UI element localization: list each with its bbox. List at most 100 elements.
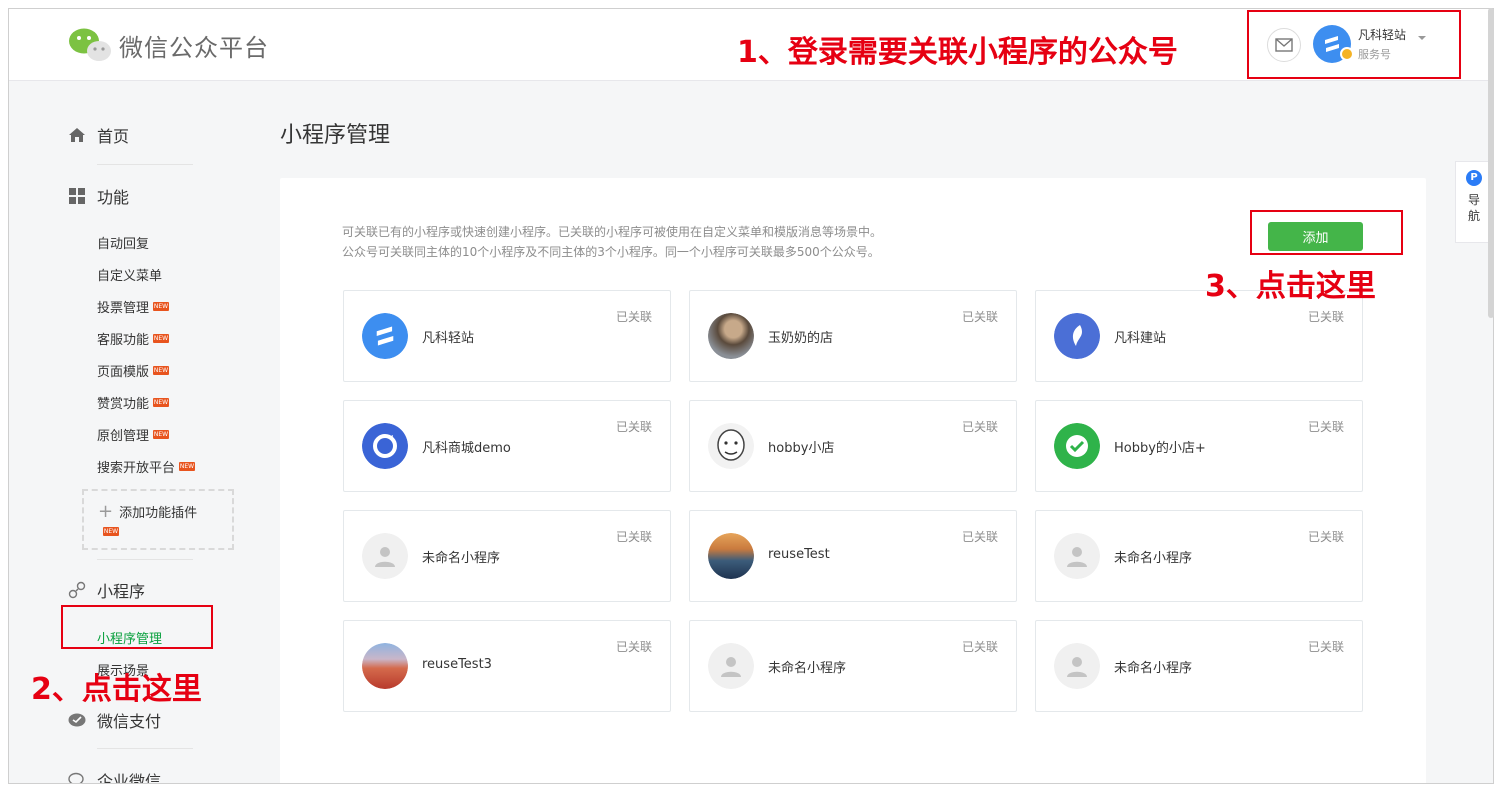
miniprogram-card[interactable]: 已关联未命名小程序 <box>1035 510 1363 602</box>
linked-status: 已关联 <box>961 530 998 544</box>
new-badge: NEW <box>153 366 170 375</box>
linked-status: 已关联 <box>961 310 998 324</box>
browser-frame: 微信公众平台 凡科轻站 服务号 首页 功能 自动回复 自定义菜单 投票管理 NE… <box>8 8 1494 784</box>
pay-icon <box>67 710 87 730</box>
miniprogram-card[interactable]: 已关联未命名小程序 <box>343 510 671 602</box>
miniprogram-card[interactable]: 已关联 reuseTest <box>689 510 1017 602</box>
sidebar-item-enterprise-wechat[interactable]: 企业微信 <box>67 768 162 784</box>
green-chat-icon <box>1054 423 1100 469</box>
linked-status: 已关联 <box>615 310 652 324</box>
annotation-box-miniprogram-manage <box>61 605 213 649</box>
scrollbar[interactable] <box>1488 8 1494 318</box>
sidebar-item-label: 首页 <box>97 127 130 146</box>
description: 可关联已有的小程序或快速创建小程序。已关联的小程序可被使用在自定义菜单和模版消息… <box>342 222 882 262</box>
sidebar-item-label: 功能 <box>97 188 130 207</box>
sidebar-item-label: 小程序 <box>97 582 146 601</box>
linked-status: 已关联 <box>615 420 652 434</box>
miniprogram-name: reuseTest3 <box>422 657 492 672</box>
new-badge: NEW <box>153 302 170 311</box>
miniprogram-card[interactable]: 已关联 凡科轻站 <box>343 290 671 382</box>
add-plugin-text: 添加功能插件 <box>119 506 198 521</box>
sidebar-item-custom-menu[interactable]: 自定义菜单 <box>97 265 162 284</box>
new-badge: NEW <box>153 398 170 407</box>
linked-status: 已关联 <box>961 640 998 654</box>
annotation-box-add <box>1250 210 1403 255</box>
sidebar-item-label: 搜索开放平台 <box>97 461 176 476</box>
fanke-lightsite-icon <box>362 313 408 359</box>
sidebar-item-search-platform[interactable]: 搜索开放平台 NEW <box>97 457 196 476</box>
miniprogram-card[interactable]: 已关联未命名小程序 <box>689 620 1017 712</box>
page-title: 小程序管理 <box>280 123 391 148</box>
default-user-icon <box>362 533 408 579</box>
new-badge: NEW <box>103 527 119 536</box>
miniprogram-card[interactable]: 已关联凡科商城demo <box>343 400 671 492</box>
float-nav-label: 导航 <box>1468 193 1481 223</box>
linked-status: 已关联 <box>1307 420 1344 434</box>
add-plugin-button[interactable]: + 添加功能插件 NEW <box>82 489 234 550</box>
add-plugin-label: + 添加功能插件 <box>98 501 197 522</box>
default-user-icon <box>708 643 754 689</box>
miniprogram-name: 未命名小程序 <box>768 661 847 676</box>
photo-avatar <box>708 313 754 359</box>
linked-status: 已关联 <box>961 420 998 434</box>
miniprogram-card[interactable]: 已关联未命名小程序 <box>1035 620 1363 712</box>
grid-icon <box>67 186 87 206</box>
miniprogram-name: 玉奶奶的店 <box>768 331 834 346</box>
miniprogram-card[interactable]: 已关联 Hobby的小店+ <box>1035 400 1363 492</box>
sidebar-item-label: 自动回复 <box>97 237 150 252</box>
sidebar-item-label: 自定义菜单 <box>97 269 163 284</box>
linked-status: 已关联 <box>1307 310 1344 324</box>
new-badge: NEW <box>153 430 170 439</box>
annotation-step-3: 3、点击这里 <box>1205 269 1376 304</box>
miniprogram-card[interactable]: 已关联 hobby小店 <box>689 400 1017 492</box>
sidebar-item-customer-service[interactable]: 客服功能 NEW <box>97 329 170 348</box>
wechat-logo-icon <box>69 28 111 61</box>
sidebar-item-features[interactable]: 功能 <box>67 184 129 208</box>
miniprogram-name: 凡科商城demo <box>422 441 511 456</box>
sidebar-item-auto-reply[interactable]: 自动回复 <box>97 233 149 252</box>
description-line-1: 可关联已有的小程序或快速创建小程序。已关联的小程序可被使用在自定义菜单和模版消息… <box>342 225 883 239</box>
logo-text: 微信公众平台 <box>119 33 269 62</box>
miniprogram-name: 未命名小程序 <box>422 551 501 566</box>
miniprogram-card[interactable]: 已关联 reuseTest3 <box>343 620 671 712</box>
sidebar-item-reward[interactable]: 赞赏功能 NEW <box>97 393 170 412</box>
meme-face-avatar <box>708 423 754 469</box>
divider <box>97 559 193 560</box>
city-photo-avatar <box>708 533 754 579</box>
miniprogram-card[interactable]: 已关联玉奶奶的店 <box>689 290 1017 382</box>
sidebar-item-page-template[interactable]: 页面模版 NEW <box>97 361 170 380</box>
linked-status: 已关联 <box>1307 640 1344 654</box>
default-user-icon <box>1054 643 1100 689</box>
sidebar-item-label: 赞赏功能 <box>97 397 150 412</box>
linked-status: 已关联 <box>615 530 652 544</box>
linked-status: 已关联 <box>615 640 652 654</box>
miniprogram-name: 未命名小程序 <box>1114 661 1193 676</box>
sidebar-item-home[interactable]: 首页 <box>67 123 129 147</box>
sidebar-item-vote[interactable]: 投票管理 NEW <box>97 297 170 316</box>
miniprogram-name: reuseTest <box>768 547 830 562</box>
link-icon <box>67 580 87 600</box>
miniprogram-name: 未命名小程序 <box>1114 551 1193 566</box>
linked-status: 已关联 <box>1307 530 1344 544</box>
new-badge: NEW <box>153 334 170 343</box>
sidebar-item-miniprogram[interactable]: 小程序 <box>67 578 145 602</box>
sidebar-item-wechat-pay[interactable]: 微信支付 <box>67 708 161 732</box>
annotation-step-2: 2、点击这里 <box>31 672 202 707</box>
divider <box>97 748 193 749</box>
sidebar-item-label: 企业微信 <box>97 772 162 784</box>
sidebar-item-original[interactable]: 原创管理 NEW <box>97 425 170 444</box>
miniprogram-name: hobby小店 <box>768 441 835 456</box>
divider <box>97 164 193 165</box>
p-badge-icon: P <box>1466 170 1482 186</box>
fanke-mall-icon <box>362 423 408 469</box>
sidebar-item-label: 原创管理 <box>97 429 150 444</box>
description-line-2: 公众号可关联同主体的10个小程序及不同主体的3个小程序。同一个小程序可关联最多5… <box>342 245 880 259</box>
fanke-site-icon <box>1054 313 1100 359</box>
annotation-box-account <box>1247 10 1461 79</box>
annotation-step-1: 1、登录需要关联小程序的公众号 <box>737 35 1178 70</box>
plus-icon: + <box>98 501 114 522</box>
wechat-logo[interactable]: 微信公众平台 <box>67 25 269 65</box>
enterprise-chat-icon <box>67 770 87 783</box>
new-badge: NEW <box>179 462 196 471</box>
miniprogram-name: Hobby的小店+ <box>1114 441 1206 456</box>
